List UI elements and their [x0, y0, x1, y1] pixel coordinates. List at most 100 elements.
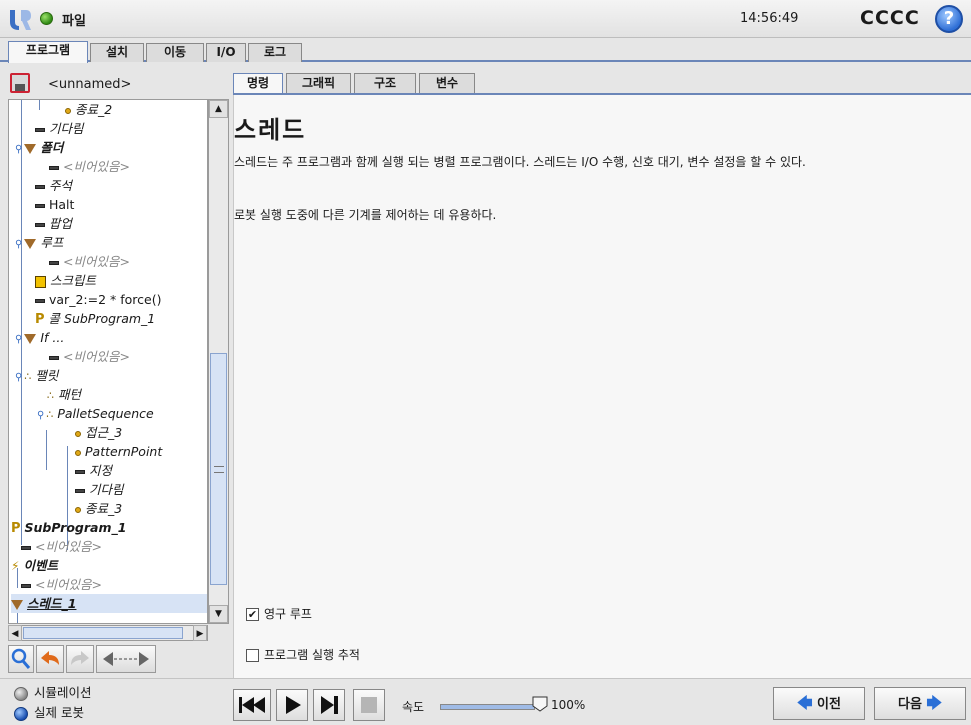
- help-icon[interactable]: ?: [935, 5, 963, 33]
- tree-node[interactable]: <비어있음>: [49, 347, 130, 366]
- tree-node[interactable]: var_2:=2 * force(): [35, 290, 161, 309]
- tab-io[interactable]: I/O: [206, 43, 246, 62]
- checkbox-label: 영구 루프: [264, 607, 312, 621]
- scroll-down-icon[interactable]: ▼: [209, 605, 228, 623]
- subprogram-icon: P: [11, 521, 21, 536]
- scroll-right-icon[interactable]: ▶: [193, 625, 207, 641]
- tree-node[interactable]: 접근_3: [75, 423, 122, 442]
- tree-vertical-scrollbar[interactable]: ▲ ▼: [208, 99, 229, 624]
- pallet-sequence-icon: ∴: [46, 408, 54, 421]
- tab-log[interactable]: 로그: [248, 43, 302, 62]
- tree-node[interactable]: 스크립트: [35, 271, 96, 290]
- command-icon: [75, 469, 85, 474]
- move-node-icon[interactable]: [96, 645, 156, 673]
- checkbox-label: 프로그램 실행 추적: [264, 648, 360, 662]
- arrow-left-icon: 🡄: [797, 694, 813, 712]
- tree-node[interactable]: 기다림: [75, 480, 124, 499]
- tab-command[interactable]: 명령: [233, 73, 283, 93]
- tree-node[interactable]: 기다림: [35, 119, 84, 138]
- scroll-thumb[interactable]: [210, 353, 227, 585]
- tree-horizontal-scrollbar[interactable]: ◀ ▶: [8, 625, 208, 641]
- checkbox-unchecked-icon[interactable]: [246, 649, 259, 662]
- command-icon: [35, 203, 45, 208]
- tree-node[interactable]: ⚲ ∴ 팰릿: [15, 366, 58, 385]
- file-menu[interactable]: 파일: [62, 10, 86, 29]
- waypoint-icon: [75, 430, 81, 437]
- tab-variables[interactable]: 변수: [419, 73, 475, 93]
- program-name: <unnamed>: [48, 77, 132, 92]
- search-icon[interactable]: [8, 645, 34, 673]
- simulation-radio[interactable]: 시뮬레이션: [14, 683, 92, 703]
- tree-node[interactable]: Halt: [35, 195, 74, 214]
- tab-move[interactable]: 이동: [146, 43, 204, 62]
- tree-node[interactable]: ∴ 패턴: [47, 385, 81, 404]
- tab-installation[interactable]: 설치: [90, 43, 144, 62]
- speed-slider-handle[interactable]: [532, 696, 548, 712]
- command-icon: [21, 545, 31, 550]
- next-label: 다음: [898, 697, 922, 712]
- script-icon: [35, 275, 46, 288]
- tree-node[interactable]: <비어있음>: [21, 537, 102, 556]
- previous-button[interactable]: 🡄 이전: [773, 687, 865, 720]
- tree-node[interactable]: 지정: [75, 461, 112, 480]
- real-robot-radio[interactable]: 실제 로봇: [14, 703, 84, 723]
- tab-program[interactable]: 프로그램: [8, 41, 88, 63]
- radio-icon[interactable]: [14, 686, 28, 701]
- tree-node[interactable]: 팝업: [35, 214, 72, 233]
- scroll-left-icon[interactable]: ◀: [8, 625, 22, 641]
- scroll-thumb[interactable]: [23, 627, 183, 639]
- subprogram-icon: P: [35, 312, 45, 327]
- trace-execution-checkbox[interactable]: 프로그램 실행 추적: [246, 647, 360, 665]
- robot-status-icon: [40, 12, 53, 25]
- tree-node-selected[interactable]: 스레드_1: [11, 594, 207, 613]
- tree-node[interactable]: ⚲ If ...: [15, 328, 64, 347]
- undo-icon[interactable]: [36, 645, 64, 673]
- tab-structure[interactable]: 구조: [354, 73, 416, 93]
- tree-node[interactable]: ⚲ 루프: [15, 233, 63, 252]
- tab-graphics[interactable]: 그래픽: [286, 73, 351, 93]
- command-icon: [21, 583, 31, 588]
- tree-node[interactable]: ⚲ ∴ PalletSequence: [37, 404, 154, 423]
- command-icon: [35, 222, 45, 227]
- tree-node[interactable]: <비어있음>: [21, 575, 102, 594]
- radio-selected-icon[interactable]: [14, 706, 28, 721]
- rewind-button[interactable]: [233, 689, 271, 721]
- tree-node[interactable]: <비어있음>: [49, 157, 130, 176]
- pattern-icon: ∴: [47, 389, 54, 402]
- program-header: <unnamed>: [8, 71, 229, 97]
- folder-icon: [24, 143, 37, 154]
- step-button[interactable]: [313, 689, 345, 721]
- speed-value: 100%: [551, 698, 586, 712]
- tree-node[interactable]: PatternPoint: [75, 442, 162, 461]
- checkbox-checked-icon[interactable]: ✔: [246, 608, 259, 621]
- content-tab-bar: 명령 그래픽 구조 변수: [233, 71, 971, 95]
- loop-icon: [24, 238, 37, 249]
- redo-icon[interactable]: [66, 645, 94, 673]
- previous-label: 이전: [817, 697, 841, 712]
- speed-label: 속도: [402, 700, 425, 714]
- speed-slider[interactable]: [440, 704, 535, 710]
- tree-toolbar: [8, 645, 229, 675]
- waypoint-icon: [75, 449, 81, 456]
- page-title: 스레드: [234, 116, 307, 144]
- tree-node[interactable]: P콜 SubProgram_1: [35, 309, 155, 328]
- tree-node[interactable]: <비어있음>: [49, 252, 130, 271]
- bottom-bar: 시뮬레이션 실제 로봇 속도 100% 🡄 이전 다음 🡆: [0, 678, 971, 725]
- tree-node[interactable]: ⚲ 폴더: [15, 138, 63, 157]
- program-tree[interactable]: 종료_2 기다림 ⚲ 폴더 <비어있음> 주석 Halt 팝업 ⚲ 루프 <비어있음…: [8, 99, 208, 624]
- speed-slider-fill: [441, 705, 534, 709]
- stop-button[interactable]: [353, 689, 385, 721]
- command-icon: [49, 260, 59, 265]
- next-button[interactable]: 다음 🡆: [874, 687, 966, 720]
- tree-node[interactable]: 주석: [35, 176, 72, 195]
- tree-node[interactable]: 종료_2: [65, 100, 112, 119]
- loop-forever-checkbox[interactable]: ✔ 영구 루프: [246, 606, 312, 624]
- thread-icon: [11, 599, 23, 610]
- tree-node[interactable]: ⚡ 이벤트: [11, 556, 58, 575]
- play-button[interactable]: [276, 689, 308, 721]
- mode-label: 실제 로봇: [34, 705, 84, 720]
- tree-node[interactable]: P SubProgram_1: [11, 518, 126, 537]
- tree-node[interactable]: 종료_3: [75, 499, 122, 518]
- scroll-up-icon[interactable]: ▲: [209, 100, 228, 118]
- save-icon[interactable]: [10, 73, 30, 93]
